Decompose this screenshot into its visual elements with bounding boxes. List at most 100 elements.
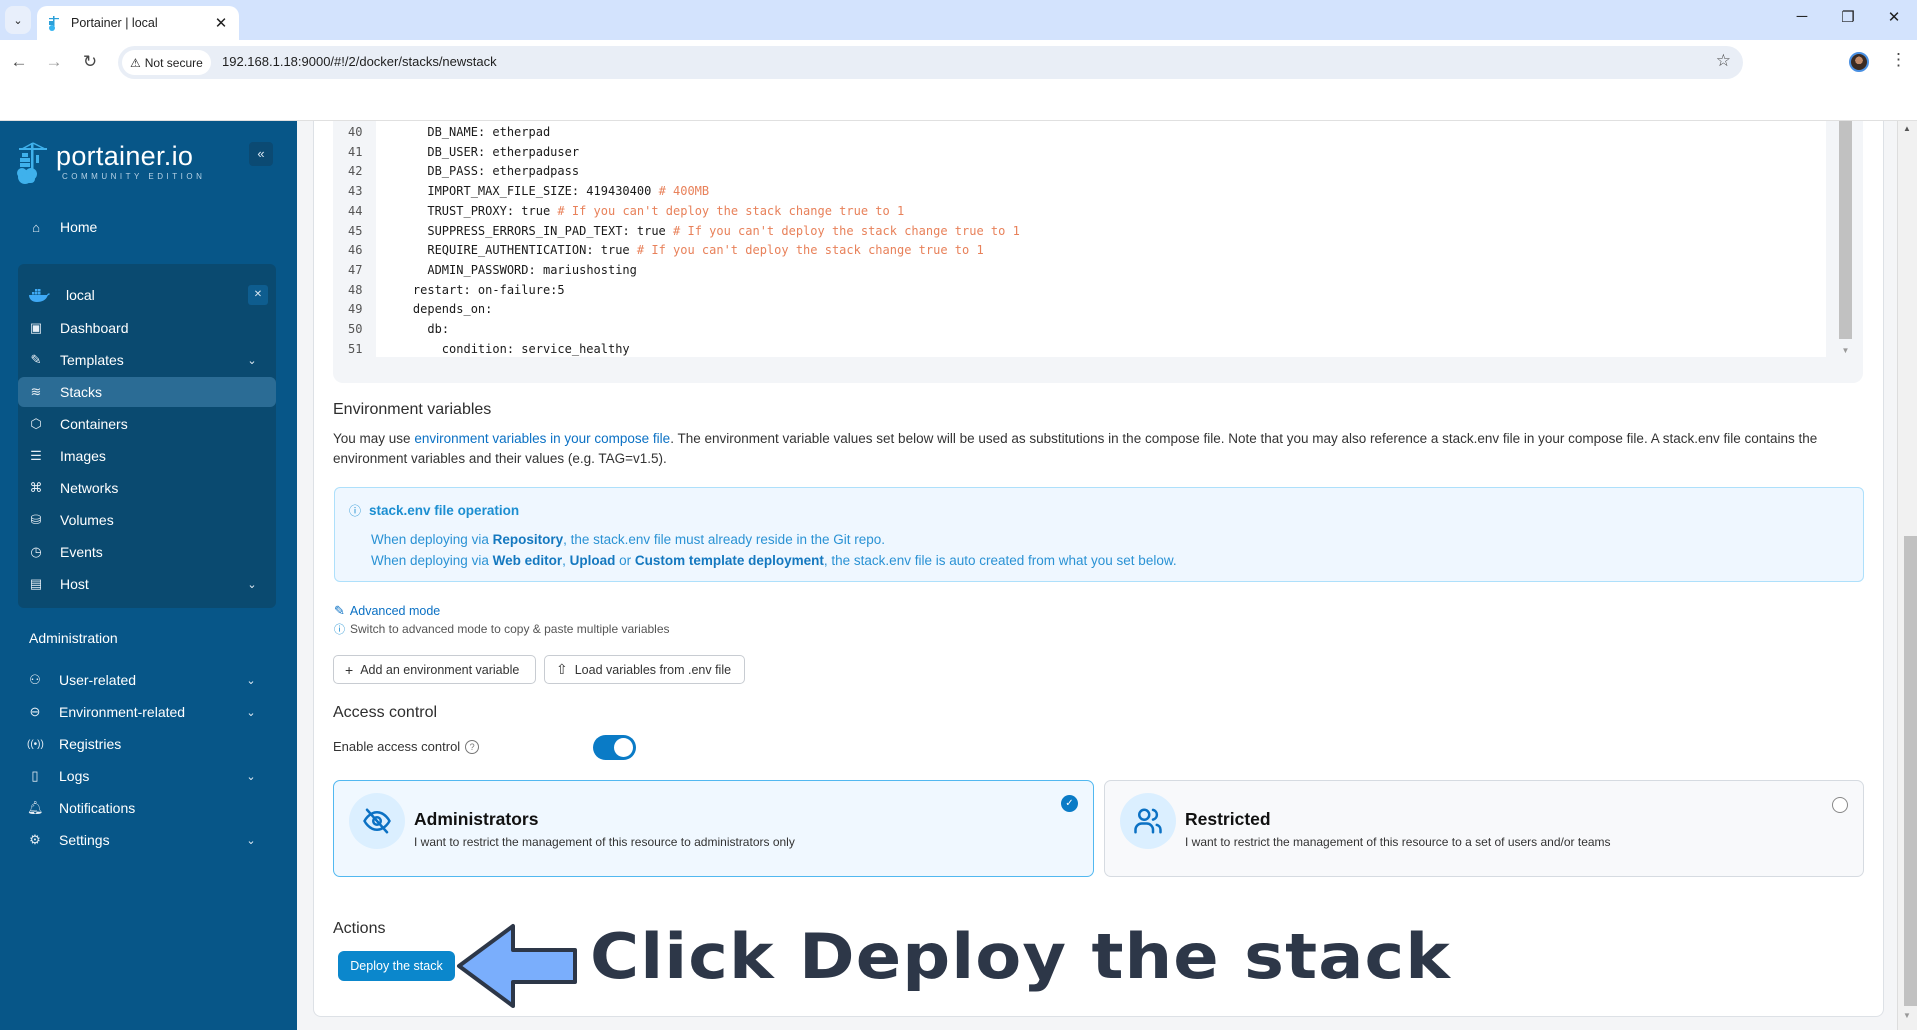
sidebar-item-registries[interactable]: ((•)) Registries [17,729,275,759]
close-icon[interactable]: ✕ [211,14,231,32]
code-value: : [441,322,450,336]
sidebar-item-logs[interactable]: ▯ Logs ⌄ [17,761,275,791]
security-chip[interactable]: ⚠ Not secure [122,50,211,75]
sidebar-item-networks[interactable]: ⌘ Networks [18,473,276,503]
code-line[interactable]: restart: on-failure:5 [384,281,565,300]
code-value: : service_healthy [506,341,630,356]
portainer-logo[interactable]: portainer.io COMMUNITY EDITION [16,141,205,187]
advanced-mode-link[interactable]: ✎ Advanced mode [334,603,440,619]
back-button[interactable]: ← [7,50,31,74]
code-value: : mariushosting [528,262,637,277]
tab-list-button[interactable]: ⌄ [5,6,31,34]
info-line-1: When deploying via Repository, the stack… [371,532,885,547]
sidebar-item-user-related[interactable]: ⚇ User-related ⌄ [17,665,275,695]
sidebar-item-images[interactable]: ☰ Images [18,441,276,471]
load-env-file-button[interactable]: ⇧ Load variables from .env file [544,655,745,684]
administrators-option[interactable]: Administrators I want to restrict the ma… [333,780,1094,877]
sidebar-item-notifications[interactable]: 🔔︎ Notifications [17,793,275,823]
upload-icon: ⇧ [556,661,568,677]
database-icon: ⛁ [30,512,42,527]
deploy-stack-button[interactable]: Deploy the stack [338,951,455,981]
sidebar-item-settings[interactable]: ⚙ Settings ⌄ [17,825,275,855]
code-value: : on-failure:5 [463,282,565,297]
close-environment-button[interactable]: ✕ [248,285,268,305]
restore-icon[interactable]: ❐ [1833,8,1863,26]
sidebar-item-environment-related[interactable]: ⊖ Environment-related ⌄ [17,697,275,727]
browser-tab[interactable]: Portainer | local ✕ [37,6,239,40]
star-icon[interactable]: ☆ [1716,51,1731,71]
restricted-option[interactable]: Restricted I want to restrict the manage… [1104,780,1864,877]
sidebar-item-events[interactable]: ◷ Events [18,537,276,567]
sidebar-item-dashboard[interactable]: ▣ Dashboard [18,313,276,343]
line-number: 42 [348,164,363,179]
editor-viewport[interactable]: DB_NAME: etherpad DB_USER: etherpaduser … [333,121,1850,357]
compose-editor[interactable]: DB_NAME: etherpad DB_USER: etherpaduser … [333,121,1863,383]
info-text: , [562,553,570,568]
users-icon: ⚇ [29,672,41,687]
code-line[interactable]: db: [384,320,449,339]
tab-title: Portainer | local [71,16,158,30]
code-line[interactable]: SUPPRESS_ERRORS_IN_PAD_TEXT: true # If y… [384,222,1019,241]
minimize-icon[interactable]: ─ [1787,8,1817,25]
clock-icon: ◷ [30,544,42,559]
sidebar-item-containers[interactable]: ⬡ Containers [18,409,276,439]
close-window-icon[interactable]: ✕ [1879,8,1909,26]
option-description: I want to restrict the management of thi… [414,835,795,849]
chevron-down-icon: ⌄ [13,14,23,27]
browser-tab-bar: ⌄ Portainer | local ✕ ─ ❐ ✕ [0,0,1917,40]
editor-code-area[interactable]: DB_NAME: etherpad DB_USER: etherpaduser … [376,121,1826,357]
code-line[interactable]: IMPORT_MAX_FILE_SIZE: 419430400 # 400MB [384,182,709,201]
access-control-toggle[interactable] [593,735,636,760]
kebab-menu-icon[interactable]: ⋮ [1890,50,1907,70]
code-comment: # If you can't deploy the stack change t… [557,203,905,218]
list-icon: ☰ [30,448,42,463]
address-bar[interactable]: ⚠ Not secure 192.168.1.18:9000/#!/2/dock… [118,46,1743,79]
code-line[interactable]: DB_USER: etherpaduser [384,143,579,162]
help-icon[interactable]: ? [465,739,480,754]
scroll-up-icon[interactable]: ▲ [1903,124,1911,133]
url-text[interactable]: 192.168.1.18:9000/#!/2/docker/stacks/new… [222,54,497,69]
reload-button[interactable]: ↻ [78,50,102,74]
code-key: REQUIRE_AUTHENTICATION [427,243,587,258]
editor-scrollbar[interactable] [1839,121,1852,339]
line-number: 44 [348,203,363,218]
sidebar-item-host[interactable]: ▤ Host ⌄ [18,569,276,599]
icon-circle [1120,793,1176,849]
sidebar: portainer.io COMMUNITY EDITION « ⌂ Home … [0,121,297,1030]
users-icon [1134,808,1162,834]
page-scrollbar[interactable]: ▲ ▼ [1897,121,1917,1030]
arrow-right-icon: → [45,52,63,71]
sidebar-item-label: Home [60,219,98,235]
line-number: 48 [348,282,363,297]
sidebar-item-stacks[interactable]: ≋ Stacks [18,377,276,407]
code-line[interactable]: condition: service_healthy [384,340,630,359]
option-title: Administrators [414,809,539,829]
radio-button[interactable] [1832,797,1848,813]
code-line[interactable]: TRUST_PROXY: true # If you can't deploy … [384,202,904,221]
add-env-variable-button[interactable]: + Add an environment variable [333,655,536,684]
line-number: 40 [348,125,363,139]
chevron-down-icon: ⌄ [246,834,256,847]
sidebar-item-templates[interactable]: ✎ Templates ⌄ [18,345,276,375]
scroll-down-icon[interactable]: ▼ [1903,1011,1911,1020]
code-line[interactable]: DB_PASS: etherpadpass [384,162,579,181]
compose-env-link[interactable]: environment variables in your compose fi… [414,431,670,446]
sidebar-item-volumes[interactable]: ⛁ Volumes [18,505,276,535]
code-line[interactable]: ADMIN_PASSWORD: mariushosting [384,261,637,280]
line-number: 46 [348,243,363,258]
sidebar-item-home[interactable]: ⌂ Home [18,212,276,242]
code-line[interactable]: depends_on: [384,300,492,319]
info-strong: Web editor [492,553,563,568]
forward-button[interactable]: → [42,50,66,74]
profile-avatar[interactable] [1849,52,1869,72]
page-scroll-thumb[interactable] [1904,536,1917,1006]
code-line[interactable]: REQUIRE_AUTHENTICATION: true # If you ca… [384,241,983,260]
environment-name: local [66,287,95,303]
collapse-sidebar-button[interactable]: « [249,142,273,166]
scroll-down-icon[interactable]: ▼ [1839,346,1852,355]
code-line[interactable]: DB_NAME: etherpad [384,123,550,142]
